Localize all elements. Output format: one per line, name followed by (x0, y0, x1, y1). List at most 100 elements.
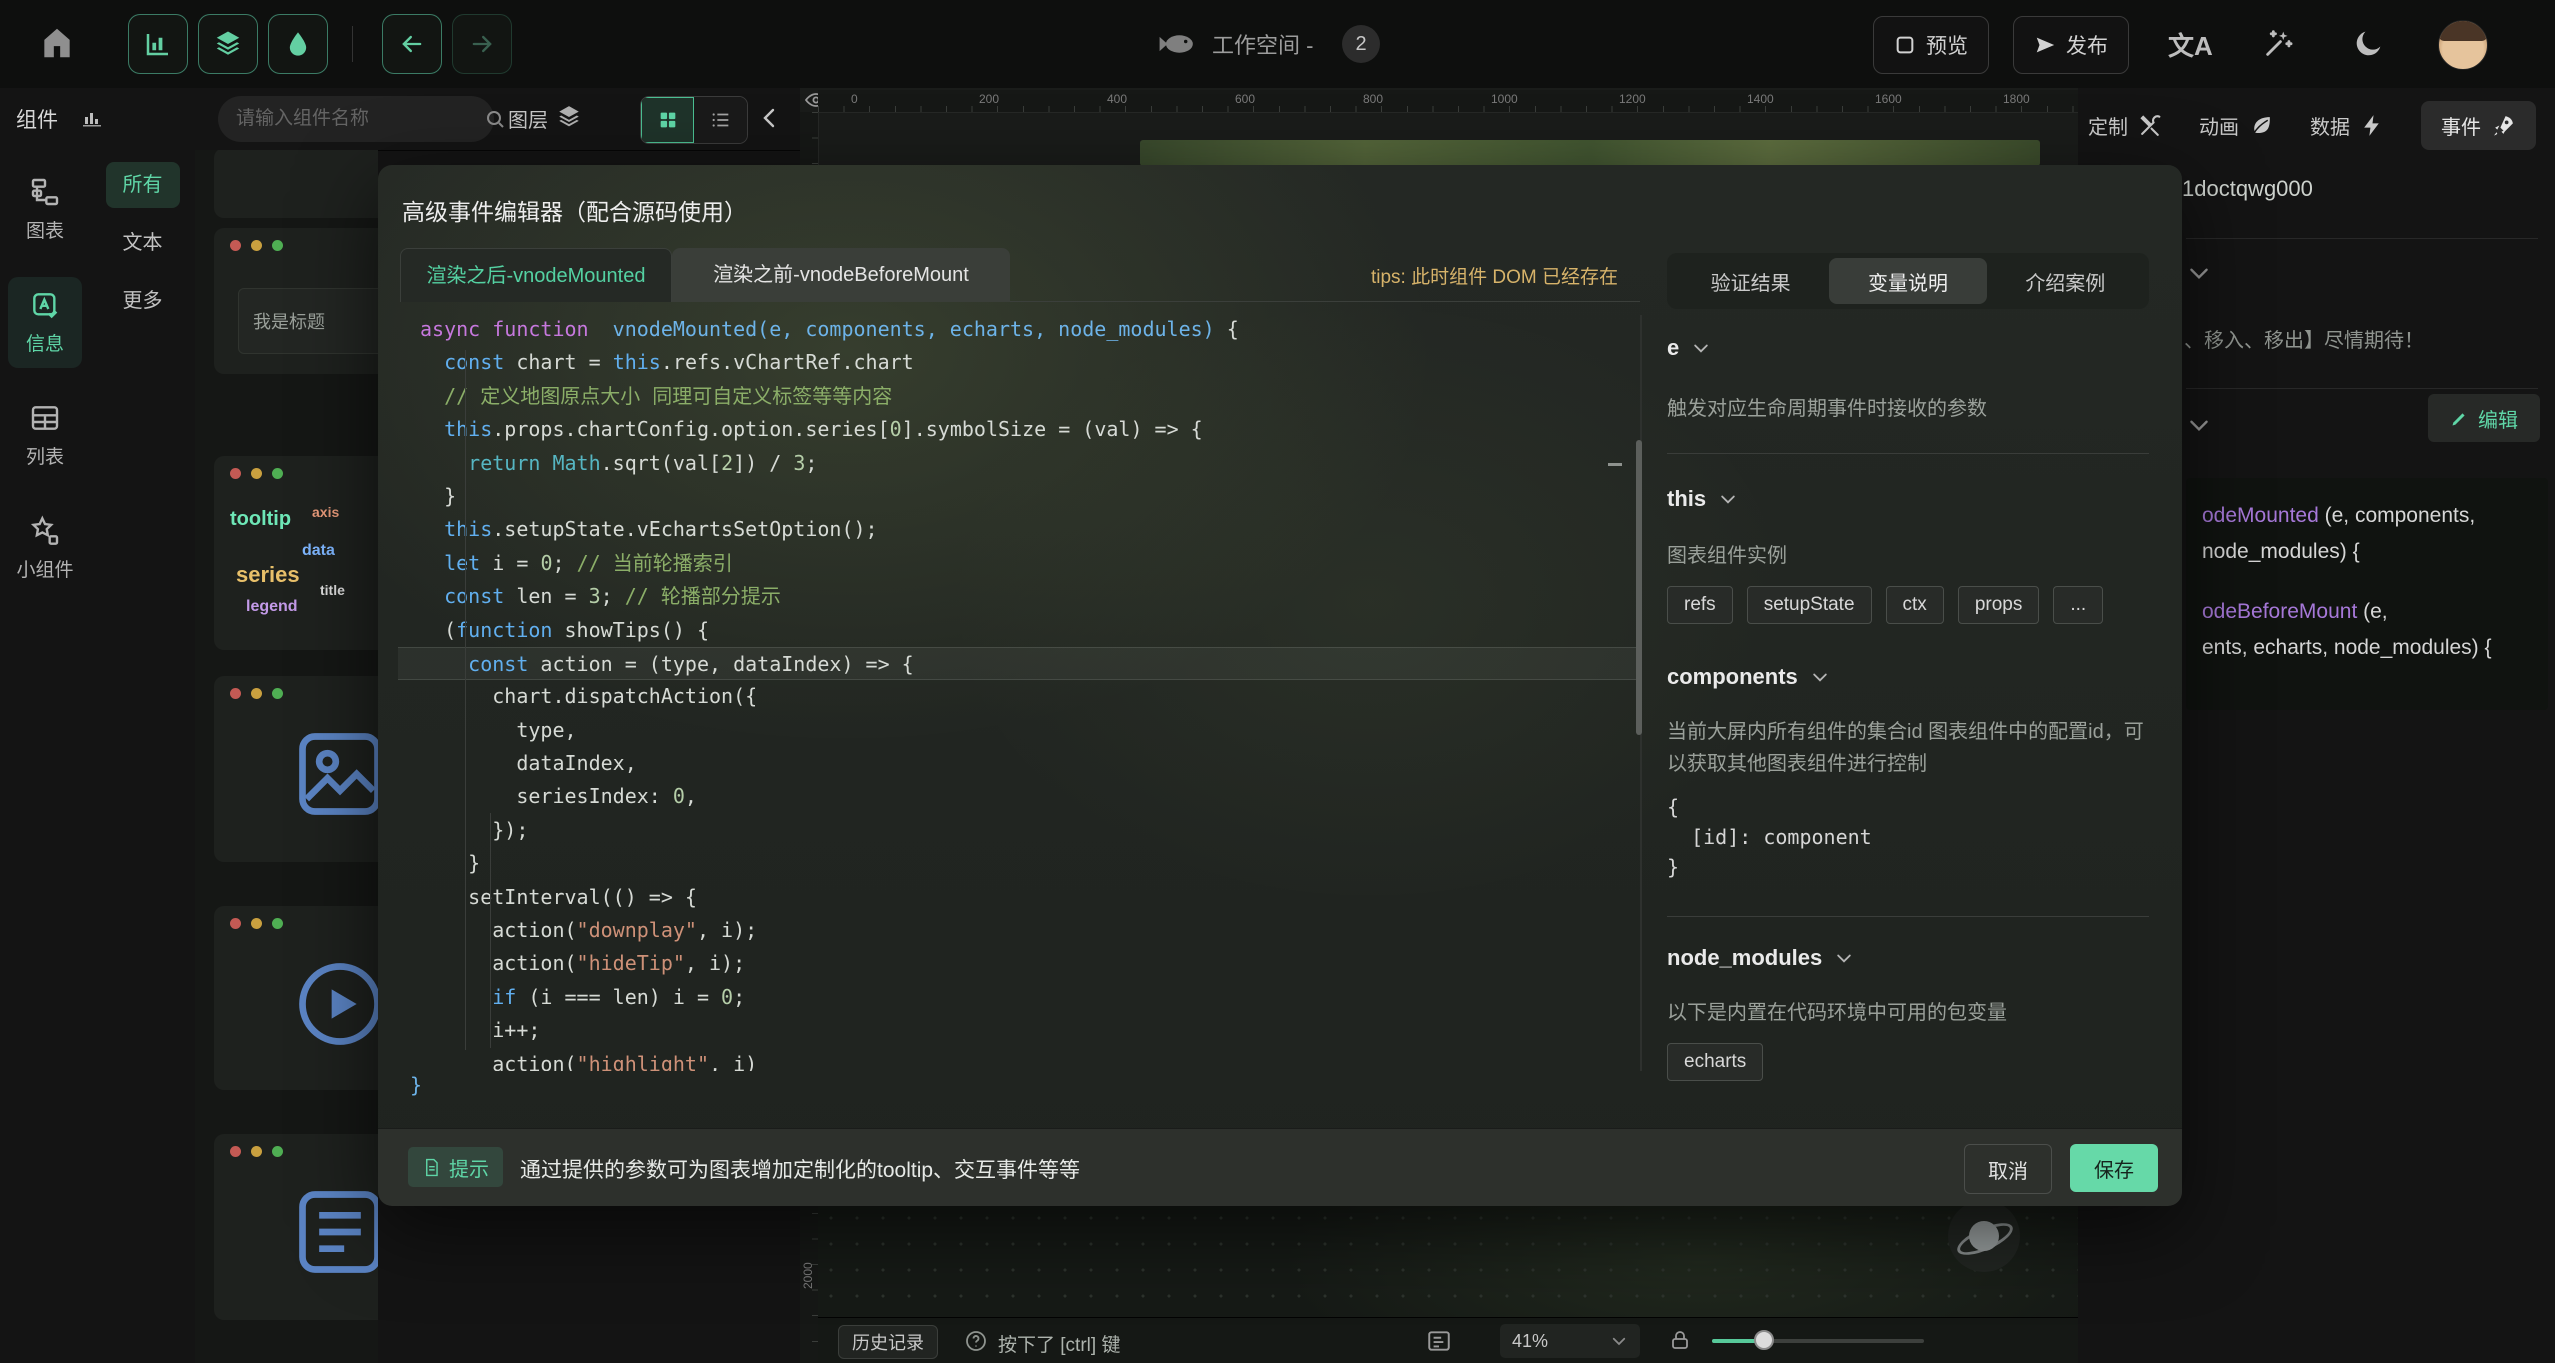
code-line[interactable]: chart.dispatchAction({ (398, 680, 1638, 713)
window-dots (230, 1146, 283, 1157)
planet-icon[interactable] (1948, 1200, 2020, 1272)
drop-tool-button[interactable] (268, 14, 328, 74)
chevron-down-icon (1834, 948, 1854, 968)
code-line[interactable]: const chart = this.refs.vChartRef.chart (398, 346, 1638, 379)
chart-tree-icon (8, 176, 82, 208)
code-line[interactable]: this.props.chartConfig.option.series[0].… (398, 413, 1638, 446)
code-line[interactable]: const len = 3; // 轮播部分提示 (398, 580, 1638, 613)
grid-view-button[interactable] (641, 97, 694, 143)
search-input[interactable] (234, 107, 483, 131)
docs-section-title[interactable]: node_modules (1667, 945, 2149, 971)
docs-tab[interactable]: 介绍案例 (1987, 258, 2144, 304)
sidebar-item-info-a[interactable]: 信息 (8, 277, 82, 368)
home-icon[interactable] (38, 24, 76, 62)
tab-bolt[interactable]: 数据 (2310, 101, 2385, 150)
zoom-slider[interactable] (1712, 1339, 1924, 1343)
history-button[interactable]: 历史记录 (838, 1325, 938, 1359)
event-code-preview[interactable]: odeMounted (e, components,node_modules) … (2186, 478, 2548, 710)
sidebar-item-chart-tree[interactable]: 图表 (8, 164, 82, 255)
save-button[interactable]: 保存 (2070, 1144, 2158, 1192)
docs-tab[interactable]: 验证结果 (1672, 258, 1829, 304)
canvas-dot-grid (818, 1205, 2078, 1317)
sidebar-item-table[interactable]: 列表 (8, 390, 82, 481)
sidebar-item-star[interactable]: 小组件 (8, 503, 82, 594)
code-line[interactable]: action("downplay", i); (398, 914, 1638, 947)
filter-item[interactable]: 文本 (106, 220, 180, 266)
code-line[interactable]: setInterval(() => { (398, 881, 1638, 914)
component-card-list: 我是标题 tooltipdataseriestitlelegendaxis (195, 150, 378, 1363)
docs-section-title[interactable]: this (1667, 486, 2149, 512)
code-line[interactable]: this.setupState.vEchartsSetOption(); (398, 513, 1638, 546)
redo-button[interactable] (452, 14, 512, 74)
filter-item[interactable]: 更多 (106, 278, 180, 324)
lock-icon[interactable] (1668, 1328, 1692, 1352)
search-icon (483, 107, 507, 131)
component-card-list[interactable] (214, 1134, 378, 1320)
tab-tools[interactable]: 定制 (2088, 101, 2163, 150)
component-category-rail: 图表信息列表小组件 (0, 150, 91, 1363)
docs-section-title[interactable]: components (1667, 664, 2149, 690)
code-line[interactable]: } (398, 847, 1638, 880)
editor-scrollbar-thumb[interactable] (1636, 440, 1642, 735)
panel-toggle-icon[interactable] (1426, 1328, 1452, 1354)
filter-item[interactable]: 所有 (106, 162, 180, 208)
chevron-down-icon[interactable] (2186, 260, 2212, 286)
avatar[interactable] (2438, 20, 2488, 70)
docs-tab[interactable]: 变量说明 (1829, 258, 1986, 304)
zoom-select[interactable]: 41% (1500, 1324, 1640, 1358)
component-card-image[interactable] (214, 676, 378, 862)
code-line[interactable]: // 定义地图原点大小 同理可自定义标签等等内容 (398, 380, 1638, 413)
undo-button[interactable] (382, 14, 442, 74)
layers-panel-icon[interactable] (556, 104, 582, 130)
sidebar-item-label: 图表 (8, 216, 82, 243)
list-view-button[interactable] (694, 97, 747, 143)
code-line[interactable]: action("highlight", i) (398, 1048, 1638, 1071)
code-line[interactable]: } (398, 480, 1638, 513)
code-line[interactable]: action("hideTip", i); (398, 947, 1638, 980)
component-card-text[interactable]: 我是标题 (214, 228, 378, 374)
publish-button[interactable]: 发布 (2013, 16, 2129, 74)
code-line[interactable]: const action = (type, dataIndex) => { (398, 647, 1638, 680)
tab-leaf[interactable]: 动画 (2199, 101, 2274, 150)
code-preview-line: odeBeforeMount (e, (2202, 600, 2388, 624)
zoom-slider-handle[interactable] (1754, 1330, 1774, 1350)
code-line[interactable]: seriesIndex: 0, (398, 780, 1638, 813)
edit-button[interactable]: 编辑 (2428, 394, 2540, 442)
code-preview-line: ents, echarts, node_modules) { (2202, 636, 2492, 660)
code-line[interactable]: }); (398, 814, 1638, 847)
code-line[interactable]: i++; (398, 1014, 1638, 1047)
component-card-cloud[interactable]: tooltipdataseriestitlelegendaxis (214, 456, 378, 650)
tab-vnode-mounted[interactable]: 渲染之后-vnodeMounted (400, 248, 672, 302)
docs-section-title[interactable]: e (1667, 335, 2149, 361)
ruler-number: 800 (1363, 92, 1383, 106)
view-toggle (640, 96, 748, 144)
layers-tool-button[interactable] (198, 14, 258, 74)
code-line[interactable]: if (i === len) i = 0; (398, 981, 1638, 1014)
ruler-number: 400 (1107, 92, 1127, 106)
magic-wand-icon[interactable] (2262, 26, 2296, 60)
code-line[interactable]: async function vnodeMounted(e, component… (398, 313, 1638, 346)
tab-rocket[interactable]: 事件 (2421, 101, 2536, 150)
code-line[interactable]: return Math.sqrt(val[2]) / 3; (398, 447, 1638, 480)
settings-tabs: 定制动画数据事件 (2088, 100, 2536, 150)
component-card-plain[interactable] (214, 150, 378, 218)
component-card-video[interactable] (214, 906, 378, 1090)
layers-label[interactable]: 图层 (508, 104, 548, 133)
divider (2186, 388, 2538, 389)
code-editor[interactable]: async function vnodeMounted(e, component… (398, 313, 1638, 1071)
code-line[interactable]: dataIndex, (398, 747, 1638, 780)
chevron-down-icon[interactable] (2186, 412, 2212, 438)
cancel-button[interactable]: 取消 (1964, 1144, 2052, 1194)
code-line[interactable]: type, (398, 714, 1638, 747)
dark-mode-moon-icon[interactable] (2352, 26, 2386, 60)
code-line[interactable]: let i = 0; // 当前轮播索引 (398, 547, 1638, 580)
chart-tool-button[interactable] (128, 14, 188, 74)
code-line[interactable]: (function showTips() { (398, 614, 1638, 647)
divider (2186, 238, 2538, 239)
rocket-icon (2491, 113, 2516, 138)
preview-button[interactable]: 预览 (1873, 16, 1989, 74)
sidebar-item-label: 小组件 (8, 555, 82, 582)
collapse-panel-icon[interactable] (758, 106, 782, 130)
language-icon[interactable]: 文A (2168, 26, 2213, 63)
tab-vnode-before-mount[interactable]: 渲染之前-vnodeBeforeMount (672, 248, 1010, 302)
